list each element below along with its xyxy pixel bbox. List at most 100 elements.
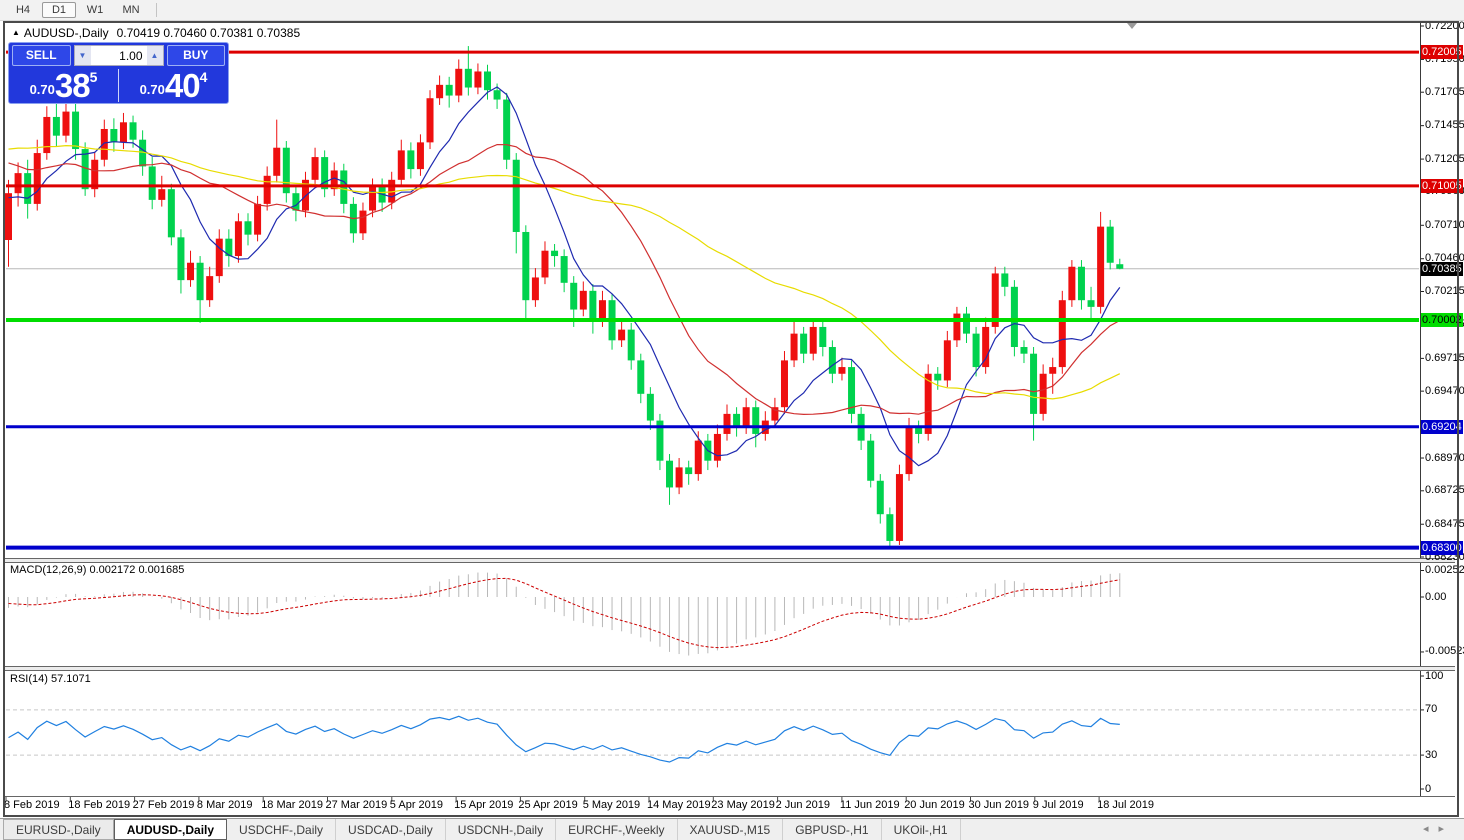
buy-price-pips: 40	[164, 67, 201, 104]
candle-body	[148, 166, 156, 200]
candle-body	[560, 256, 568, 283]
rsi-name: RSI(14)	[10, 673, 48, 685]
candle-body	[541, 250, 549, 278]
chart-canvas[interactable]	[0, 0, 1464, 840]
candle-body	[5, 193, 12, 241]
candle-body	[934, 373, 942, 381]
candle-body	[522, 231, 530, 301]
symbol-name: AUDUSD-,Daily	[23, 26, 109, 40]
candle-body	[637, 360, 645, 394]
candle-body	[752, 407, 760, 434]
chart-scroll-marker-icon[interactable]	[1127, 23, 1137, 29]
symbol-tab-eurchf[interactable]: EURCHF-,Weekly	[556, 819, 678, 840]
candle-body	[1049, 367, 1057, 374]
symbol-tab-usdcad[interactable]: USDCAD-,Daily	[336, 819, 446, 840]
symbol-tab-ukoil[interactable]: UKOil-,H1	[882, 819, 961, 840]
volume-stepper: ▼ ▲	[73, 45, 164, 66]
sell-price-display[interactable]: 0.70 38 5	[9, 68, 118, 103]
symbol-tab-gbpusd[interactable]: GBPUSD-,H1	[783, 819, 882, 840]
candle-body	[464, 68, 472, 88]
candle-body	[72, 111, 80, 150]
candle-body	[129, 122, 137, 140]
candle-body	[924, 373, 932, 434]
buy-price-display[interactable]: 0.70 40 4	[119, 68, 228, 103]
one-click-trade-panel: SELL ▼ ▲ BUY 0.70 38 5 0.70 40 4	[8, 42, 229, 104]
date-axis-label: 5 May 2019	[582, 799, 641, 811]
tab-scroll-right-icon[interactable]: ▸	[1438, 823, 1454, 835]
rsi-panel-splitter[interactable]	[5, 666, 1455, 671]
candle-body	[963, 313, 970, 334]
candle-body	[1106, 226, 1114, 263]
candle-body	[503, 99, 511, 160]
candle-body	[1030, 353, 1038, 414]
candle-body	[455, 68, 463, 96]
sell-button[interactable]: SELL	[12, 45, 71, 66]
date-axis-label: 8 Feb 2019	[4, 799, 60, 811]
candle-body	[33, 153, 41, 204]
candle-body	[790, 333, 798, 361]
price-tick-label: 0.68475	[1425, 518, 1464, 530]
candle-body	[972, 333, 980, 368]
tab-scroll-left-icon[interactable]: ◂	[1423, 823, 1439, 835]
price-tick-label: 0.71705	[1425, 86, 1464, 98]
volume-decrease-button[interactable]: ▼	[74, 46, 91, 65]
rsi-value: 57.1071	[50, 673, 91, 685]
timeframe-button-w1[interactable]: W1	[78, 2, 112, 18]
candle-body	[311, 157, 319, 180]
symbol-tab-audusd[interactable]: AUDUSD-,Daily	[113, 819, 228, 840]
symbol-tab-usdcnh[interactable]: USDCNH-,Daily	[446, 819, 557, 840]
price-tick-label: 0.71205	[1425, 153, 1464, 165]
macd-indicator-label: MACD(12,26,9) 0.002172 0.001685	[10, 564, 184, 576]
candle-body	[1010, 286, 1018, 348]
date-axis-label: 5 Apr 2019	[389, 799, 444, 811]
candle-body	[206, 276, 214, 301]
date-axis-label: 2 Jun 2019	[775, 799, 831, 811]
macd-tick-label: 0.00	[1425, 591, 1447, 603]
candle-body	[895, 474, 903, 541]
symbol-tab-usdchf[interactable]: USDCHF-,Daily	[227, 819, 337, 840]
candle-body	[119, 122, 127, 143]
candle-body	[1087, 300, 1095, 307]
sell-price-fraction: 5	[89, 69, 98, 85]
candle-body	[828, 347, 836, 374]
date-axis-label: 18 Feb 2019	[68, 799, 131, 811]
candle-body	[1097, 226, 1105, 307]
candle-body	[215, 238, 223, 277]
candle-body	[24, 173, 32, 204]
buy-button[interactable]: BUY	[166, 45, 225, 66]
rsi-tick-label: 30	[1425, 749, 1438, 761]
candle-body	[809, 326, 817, 354]
candle-body	[675, 467, 683, 488]
date-axis-label: 8 Mar 2019	[196, 799, 253, 811]
level-price-badge: 0.70002	[1421, 313, 1463, 327]
date-axis-label: 18 Jul 2019	[1097, 799, 1154, 811]
candle-body	[694, 440, 702, 475]
timeframe-button-h4[interactable]: H4	[6, 2, 40, 18]
candle-body	[838, 367, 846, 374]
macd-signal-value: 0.001685	[138, 564, 185, 576]
candle-body	[886, 514, 894, 541]
price-tick-label: 0.69715	[1425, 352, 1464, 364]
volume-increase-button[interactable]: ▲	[146, 46, 163, 65]
rsi-indicator-label: RSI(14) 57.1071	[10, 673, 91, 685]
volume-input[interactable]	[90, 46, 147, 65]
symbol-tab-eurusd[interactable]: EURUSD-,Daily	[3, 819, 114, 840]
timeframe-button-mn[interactable]: MN	[114, 2, 148, 18]
candle-body	[800, 333, 808, 354]
price-tick-label: 0.72200	[1425, 20, 1464, 32]
candle-body	[359, 210, 367, 234]
macd-name: MACD(12,26,9)	[10, 564, 87, 576]
tab-scroll-arrows: ◂▸	[1423, 822, 1454, 835]
sell-price-pips: 38	[54, 67, 91, 104]
buy-price-fraction: 4	[199, 69, 208, 85]
candle-body	[474, 71, 482, 88]
price-tick-label: 0.69470	[1425, 385, 1464, 397]
date-axis-label: 23 May 2019	[711, 799, 775, 811]
price-tick-label: 0.68970	[1425, 452, 1464, 464]
candle-body	[1077, 266, 1085, 301]
macd-panel-splitter[interactable]	[5, 558, 1455, 563]
timeframe-button-d1[interactable]: D1	[42, 2, 76, 18]
symbol-arrow-icon: ▲	[12, 28, 20, 37]
candle-body	[254, 203, 262, 235]
symbol-tab-xauusd[interactable]: XAUUSD-,M15	[678, 819, 784, 840]
